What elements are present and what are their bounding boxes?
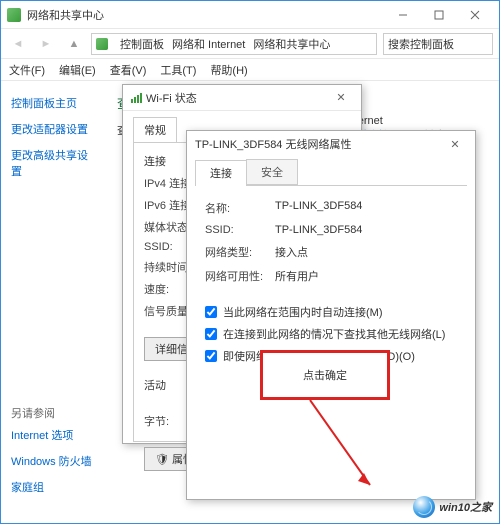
title-bar: 网络和共享中心 — [1, 1, 499, 29]
prop-ssid: TP-LINK_3DF584 — [275, 224, 362, 236]
menu-file[interactable]: 文件(F) — [9, 62, 45, 78]
breadcrumb-icon — [96, 38, 108, 50]
menu-edit[interactable]: 编辑(E) — [59, 62, 96, 78]
window-title: 网络和共享中心 — [27, 7, 104, 23]
menu-view[interactable]: 查看(V) — [110, 62, 147, 78]
wifi-status-titlebar: Wi-Fi 状态 ✕ — [123, 85, 361, 111]
crumb-control-panel[interactable]: 控制面板 — [118, 36, 166, 52]
maximize-button[interactable] — [421, 3, 457, 27]
watermark-icon — [413, 496, 435, 518]
minimize-button[interactable] — [385, 3, 421, 27]
menu-bar: 文件(F) 编辑(E) 查看(V) 工具(T) 帮助(H) — [1, 59, 499, 81]
up-button[interactable]: ▲ — [63, 33, 85, 55]
watermark: win10之家 — [413, 496, 492, 518]
menu-tools[interactable]: 工具(T) — [160, 62, 196, 78]
address-bar: ◄ ► ▲ 控制面板 网络和 Internet 网络和共享中心 搜索控制面板 — [1, 29, 499, 59]
wifi-status-close-button[interactable]: ✕ — [329, 91, 353, 104]
app-icon — [7, 8, 21, 22]
sidebar: 控制面板主页 更改适配器设置 更改高级共享设置 另请参阅 Internet 选项… — [1, 81, 101, 521]
related-firewall[interactable]: Windows 防火墙 — [11, 453, 92, 469]
menu-help[interactable]: 帮助(H) — [210, 62, 247, 78]
back-button[interactable]: ◄ — [7, 33, 29, 55]
check-auto-connect[interactable]: 当此网络在范围内时自动连接(M) — [205, 304, 457, 320]
sidebar-advanced-sharing[interactable]: 更改高级共享设置 — [11, 147, 91, 179]
tab-connection[interactable]: 连接 — [195, 160, 247, 186]
crumb-network-internet[interactable]: 网络和 Internet — [170, 36, 247, 52]
related-homegroup[interactable]: 家庭组 — [11, 479, 92, 495]
sidebar-adapter-settings[interactable]: 更改适配器设置 — [11, 121, 91, 137]
related-internet-options[interactable]: Internet 选项 — [11, 427, 92, 443]
wlan-props-titlebar: TP-LINK_3DF584 无线网络属性 ✕ — [187, 131, 475, 157]
prop-availability: 所有用户 — [275, 268, 319, 284]
wlan-props-close-button[interactable]: ✕ — [443, 138, 467, 151]
signal-icon — [131, 93, 142, 103]
forward-button[interactable]: ► — [35, 33, 57, 55]
tab-security[interactable]: 安全 — [246, 159, 298, 185]
breadcrumb[interactable]: 控制面板 网络和 Internet 网络和共享中心 — [91, 33, 377, 55]
wifi-status-tab-general[interactable]: 常规 — [133, 117, 177, 142]
prop-name: TP-LINK_3DF584 — [275, 200, 362, 216]
sidebar-home[interactable]: 控制面板主页 — [11, 95, 91, 111]
crumb-network-sharing[interactable]: 网络和共享中心 — [251, 36, 332, 52]
sidebar-related: 另请参阅 Internet 选项 Windows 防火墙 家庭组 — [11, 405, 92, 505]
wlan-properties-dialog: TP-LINK_3DF584 无线网络属性 ✕ 连接 安全 名称:TP-LINK… — [186, 130, 476, 500]
annotation-callout: 点击确定 — [260, 350, 390, 400]
check-find-other[interactable]: 在连接到此网络的情况下查找其他无线网络(L) — [205, 326, 457, 342]
close-button[interactable] — [457, 3, 493, 27]
prop-type: 接入点 — [275, 244, 308, 260]
search-input[interactable]: 搜索控制面板 — [383, 33, 493, 55]
